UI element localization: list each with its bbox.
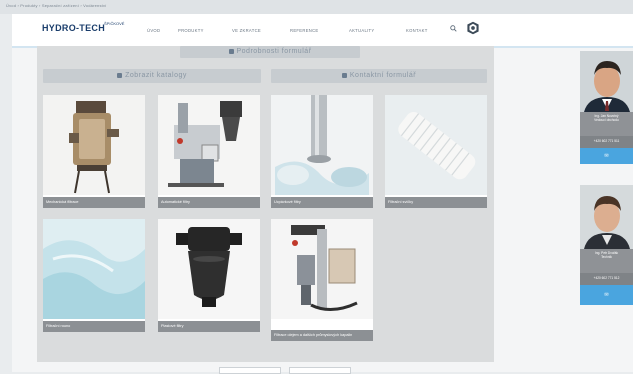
contact-photo <box>580 185 633 249</box>
nav-item-brief[interactable]: VE ZKRATCE <box>232 28 261 33</box>
product-image <box>43 219 145 319</box>
contact-avatar <box>580 185 633 249</box>
contact-photo <box>580 51 633 112</box>
search-icon[interactable] <box>450 25 457 32</box>
product-card[interactable]: Automatické filtry <box>158 95 260 208</box>
product-image <box>385 95 487 195</box>
nav-item-products[interactable]: PRODUKTY <box>178 28 204 33</box>
product-caption: Mechanická filtrace <box>43 197 145 208</box>
contact-phone[interactable]: +420 602 771 512 <box>580 273 633 285</box>
form-icon <box>228 48 234 54</box>
contact-form-header[interactable]: Kontaktní formulář <box>271 69 487 83</box>
contact-info: Ing. Petr Dvořák Technik <box>580 249 633 273</box>
product-caption: Ucpávkové filtry <box>271 197 373 208</box>
product-image <box>271 219 373 319</box>
product-card[interactable]: Filtrační svíčky <box>385 95 487 208</box>
product-caption: Filtrační rouno <box>43 321 145 332</box>
certification-badge-icon <box>467 21 479 35</box>
product-card[interactable]: Ucpávkové filtry <box>271 95 373 208</box>
product-card[interactable]: Mechanická filtrace <box>43 95 145 208</box>
product-card[interactable]: Filtrační rouno <box>43 219 145 332</box>
site-header <box>12 14 633 48</box>
form-details-header[interactable]: Podrobnosti formulář <box>180 46 360 58</box>
contact-info: Ing. Jan Novotný Vedoucí obchodu <box>580 112 633 136</box>
envelope-icon <box>341 72 347 78</box>
product-caption: Filtrace olejem a dalších průmyslových k… <box>271 330 373 341</box>
product-image <box>158 219 260 319</box>
breadcrumb[interactable]: Úvod › Produkty › Separační zařízení › V… <box>6 3 107 8</box>
form-details-label: Podrobnosti formulář <box>236 48 312 55</box>
contact-phone[interactable]: +420 602 771 511 <box>580 136 633 148</box>
product-image <box>158 95 260 195</box>
contact-avatar <box>580 51 633 112</box>
contact-role: Technik <box>601 255 612 260</box>
site-logo[interactable]: HYDRO-TECH <box>42 23 105 33</box>
product-image <box>271 95 373 195</box>
product-caption: Filtrační svíčky <box>385 197 487 208</box>
product-caption: Plastové filtry <box>158 321 260 332</box>
nav-item-news[interactable]: AKTUALITY <box>349 28 375 33</box>
pager-button-prev[interactable] <box>219 367 281 374</box>
pager-button-next[interactable] <box>289 367 351 374</box>
product-card[interactable]: Plastové filtry <box>158 219 260 332</box>
catalogs-header[interactable]: Zobrazit katalogy <box>43 69 261 83</box>
contact-email-button[interactable]: ✉ <box>580 285 633 305</box>
browser-top-strip: Úvod › Produkty › Separační zařízení › V… <box>0 0 633 14</box>
nav-item-home[interactable]: ÚVOD <box>147 28 160 33</box>
nav-item-references[interactable]: REFERENCE <box>290 28 319 33</box>
product-caption: Automatické filtry <box>158 197 260 208</box>
contact-form-label: Kontaktní formulář <box>349 72 417 79</box>
nav-item-contact[interactable]: KONTAKT <box>406 28 428 33</box>
logo-tagline: ŠPIČKOVÉ <box>104 21 125 26</box>
contact-email-button[interactable]: ✉ <box>580 148 633 164</box>
catalogs-label: Zobrazit katalogy <box>125 72 187 79</box>
product-card[interactable]: Filtrace olejem a dalších průmyslových k… <box>271 219 373 341</box>
product-image <box>43 95 145 195</box>
contact-role: Vedoucí obchodu <box>594 118 619 123</box>
catalog-icon <box>117 72 123 78</box>
